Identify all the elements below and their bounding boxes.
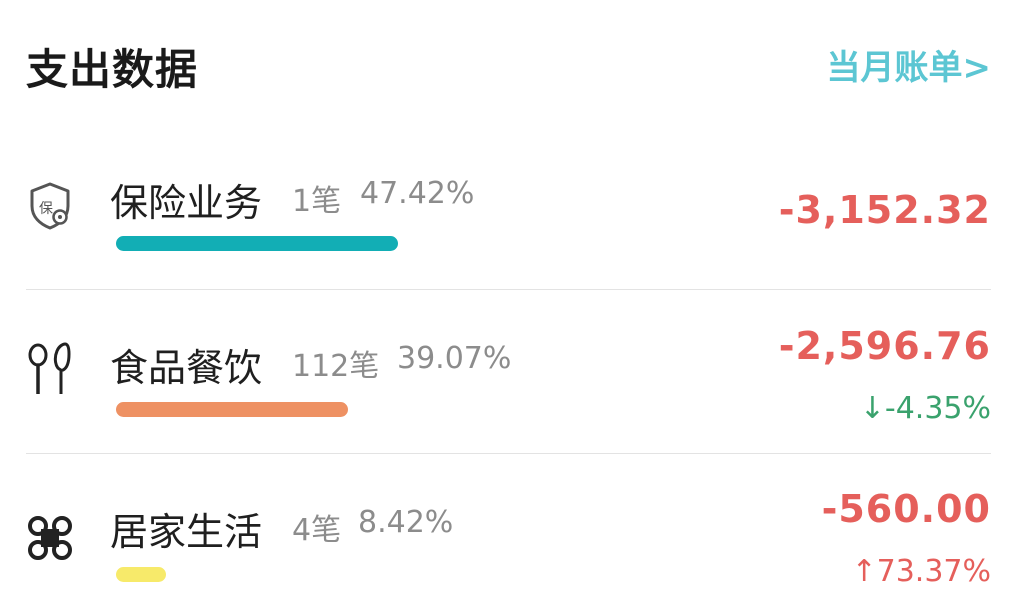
category-count: 1笔 <box>292 184 342 219</box>
month-change: ↓-4.35% <box>859 391 991 426</box>
expense-row-insurance[interactable]: 保 保险业务 1笔 47.42% -3,152.32 <box>0 150 1021 280</box>
month-change: ↑73.37% <box>851 554 991 589</box>
card-title: 支出数据 <box>26 45 199 94</box>
share-bar <box>116 236 486 251</box>
category-amount: -2,596.76 <box>778 324 991 368</box>
insurance-shield-text: 保 <box>39 201 53 217</box>
share-bar <box>116 402 486 417</box>
category-amount: -3,152.32 <box>778 188 991 232</box>
category-percent: 8.42% <box>358 505 454 540</box>
expense-row-home[interactable]: 居家生活 4笔 8.42% -560.00 ↑73.37% <box>0 454 1021 616</box>
category-name: 食品餐饮 <box>110 346 263 390</box>
expense-card: 支出数据 当月账单> 保 保险业务 1笔 47.42% -3,152.32 食品… <box>0 0 1021 616</box>
share-bar-fill <box>116 402 348 417</box>
food-utensils-icon <box>24 342 76 396</box>
expense-row-food[interactable]: 食品餐饮 112笔 39.07% -2,596.76 ↓-4.35% <box>0 290 1021 453</box>
share-bar <box>116 567 486 582</box>
category-count: 4笔 <box>292 513 342 548</box>
home-life-clover-icon <box>24 512 76 564</box>
share-bar-fill <box>116 567 166 582</box>
monthly-bill-link[interactable]: 当月账单> <box>827 40 992 89</box>
category-percent: 39.07% <box>397 341 512 376</box>
insurance-shield-icon: 保 <box>24 180 76 232</box>
share-bar-fill <box>116 236 398 251</box>
category-amount: -560.00 <box>821 487 991 531</box>
category-percent: 47.42% <box>360 176 475 211</box>
category-name: 保险业务 <box>110 181 263 225</box>
category-count: 112笔 <box>292 349 380 384</box>
category-name: 居家生活 <box>110 510 263 554</box>
